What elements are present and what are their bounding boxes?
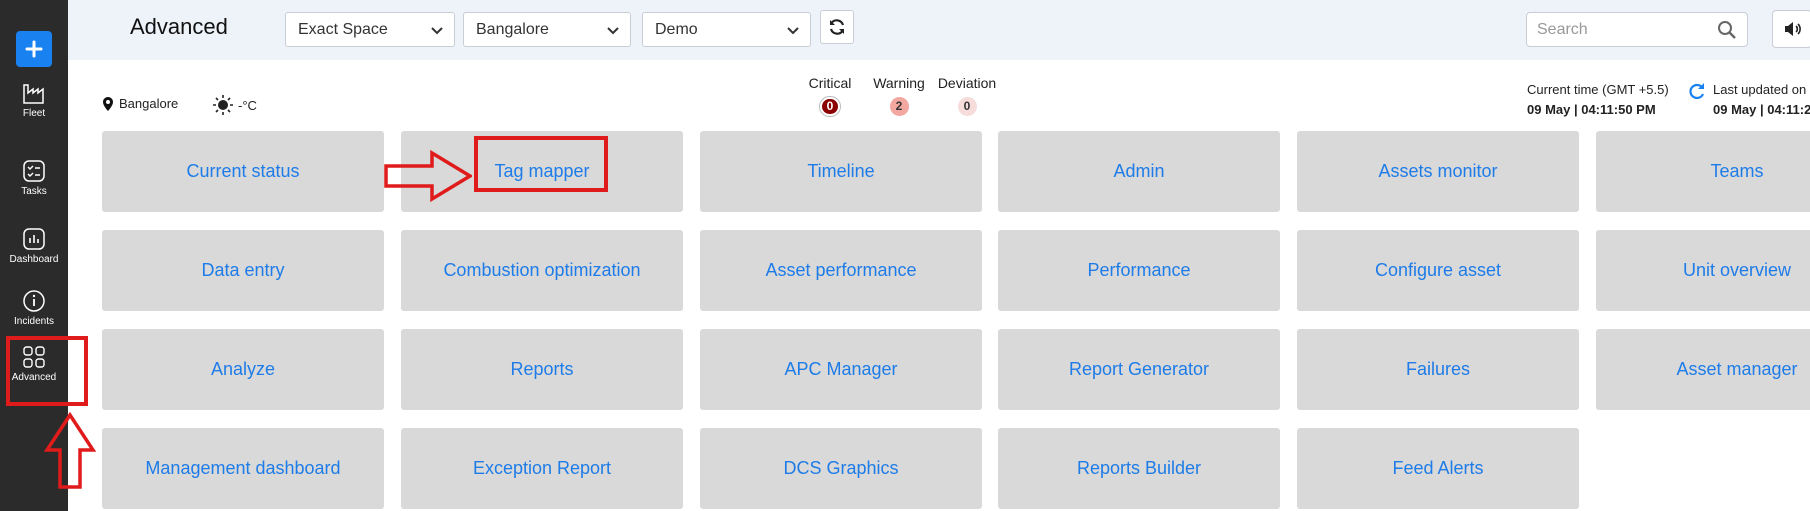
plus-icon: [25, 40, 43, 58]
add-button[interactable]: [16, 31, 52, 67]
nav-label: Fleet: [22, 108, 46, 119]
info-icon: [23, 290, 45, 312]
alert-warning[interactable]: Warning 2: [869, 75, 929, 116]
tile-performance[interactable]: Performance: [998, 230, 1280, 311]
deviation-count-badge: 0: [957, 97, 977, 116]
company-select-value: Exact Space: [298, 21, 388, 38]
tile-dcs-graphics[interactable]: DCS Graphics: [700, 428, 982, 509]
tile-failures[interactable]: Failures: [1297, 329, 1579, 410]
site-select[interactable]: Bangalore: [463, 12, 631, 47]
tile-current-status[interactable]: Current status: [102, 131, 384, 212]
factory-icon: [23, 84, 44, 104]
page-title: Advanced: [130, 14, 228, 39]
left-navigation: Fleet Tasks Dashboard Incidents Advanced: [0, 0, 68, 511]
current-time-value: 09 May | 04:11:50 PM: [1527, 102, 1656, 117]
tile-apc-manager[interactable]: APC Manager: [700, 329, 982, 410]
nav-item-fleet[interactable]: Fleet: [0, 80, 68, 140]
tile-exception-report[interactable]: Exception Report: [401, 428, 683, 509]
chevron-down-icon: [431, 27, 443, 35]
tile-assets-monitor[interactable]: Assets monitor: [1297, 131, 1579, 212]
alert-deviation[interactable]: Deviation 0: [936, 75, 998, 116]
sound-button[interactable]: [1772, 10, 1810, 48]
tile-configure-asset[interactable]: Configure asset: [1297, 230, 1579, 311]
tile-reports-builder[interactable]: Reports Builder: [998, 428, 1280, 509]
unit-select-value: Demo: [655, 21, 698, 38]
sun-icon: [213, 95, 233, 115]
alert-label: Warning: [873, 75, 925, 91]
tile-asset-manager[interactable]: Asset manager: [1596, 329, 1810, 410]
warning-count-badge: 2: [889, 97, 909, 116]
tile-combustion-optimization[interactable]: Combustion optimization: [401, 230, 683, 311]
site-select-value: Bangalore: [476, 21, 549, 38]
location-indicator: Bangalore: [103, 96, 178, 111]
tile-data-entry[interactable]: Data entry: [102, 230, 384, 311]
tile-analyze[interactable]: Analyze: [102, 329, 384, 410]
last-updated: Last updated on 09 May | 04:11:2: [1713, 80, 1810, 120]
unit-select[interactable]: Demo: [642, 12, 811, 47]
last-updated-label: Last updated on: [1713, 82, 1807, 97]
tile-feed-alerts[interactable]: Feed Alerts: [1297, 428, 1579, 509]
temperature-text: -°C: [238, 97, 257, 113]
alert-critical[interactable]: Critical 0: [802, 75, 858, 116]
nav-item-tasks[interactable]: Tasks: [0, 158, 68, 218]
search-box: [1526, 12, 1748, 47]
last-updated-value: 09 May | 04:11:2: [1713, 102, 1810, 117]
dashboard-icon: [23, 228, 45, 250]
nav-label: Tasks: [21, 186, 47, 197]
tasks-icon: [23, 160, 45, 182]
current-time-label: Current time (GMT +5.5): [1527, 82, 1669, 97]
refresh-button[interactable]: [820, 10, 854, 44]
tile-reports[interactable]: Reports: [401, 329, 683, 410]
chevron-down-icon: [787, 27, 799, 35]
nav-label: Incidents: [13, 316, 55, 327]
tile-unit-overview[interactable]: Unit overview: [1596, 230, 1810, 311]
top-bar: Advanced Exact Space Bangalore Demo: [68, 0, 1810, 60]
alert-label: Deviation: [937, 75, 997, 91]
nav-item-advanced[interactable]: Advanced: [0, 344, 68, 404]
nav-item-dashboard[interactable]: Dashboard: [0, 226, 68, 286]
search-icon[interactable]: [1717, 20, 1737, 40]
critical-count-badge: 0: [819, 97, 841, 116]
tile-teams[interactable]: Teams: [1596, 131, 1810, 212]
nav-label: Dashboard: [9, 254, 59, 265]
nav-item-incidents[interactable]: Incidents: [0, 288, 68, 348]
map-pin-icon: [103, 96, 113, 111]
search-input[interactable]: [1527, 13, 1702, 46]
tile-admin[interactable]: Admin: [998, 131, 1280, 212]
tile-report-generator[interactable]: Report Generator: [998, 329, 1280, 410]
tile-timeline[interactable]: Timeline: [700, 131, 982, 212]
nav-label: Advanced: [11, 372, 57, 383]
location-text: Bangalore: [119, 96, 179, 111]
refresh-icon[interactable]: [1688, 82, 1706, 100]
weather-indicator: -°C: [212, 94, 257, 116]
company-select[interactable]: Exact Space: [285, 12, 455, 47]
refresh-icon: [829, 19, 845, 35]
tile-asset-performance[interactable]: Asset performance: [700, 230, 982, 311]
chevron-down-icon: [607, 27, 619, 35]
tile-management-dashboard[interactable]: Management dashboard: [102, 428, 384, 509]
grid-icon: [23, 346, 45, 368]
alert-label: Critical: [808, 75, 852, 91]
tile-tag-mapper[interactable]: Tag mapper: [401, 131, 683, 212]
speaker-icon: [1785, 22, 1801, 36]
current-time: Current time (GMT +5.5) 09 May | 04:11:5…: [1527, 80, 1669, 120]
